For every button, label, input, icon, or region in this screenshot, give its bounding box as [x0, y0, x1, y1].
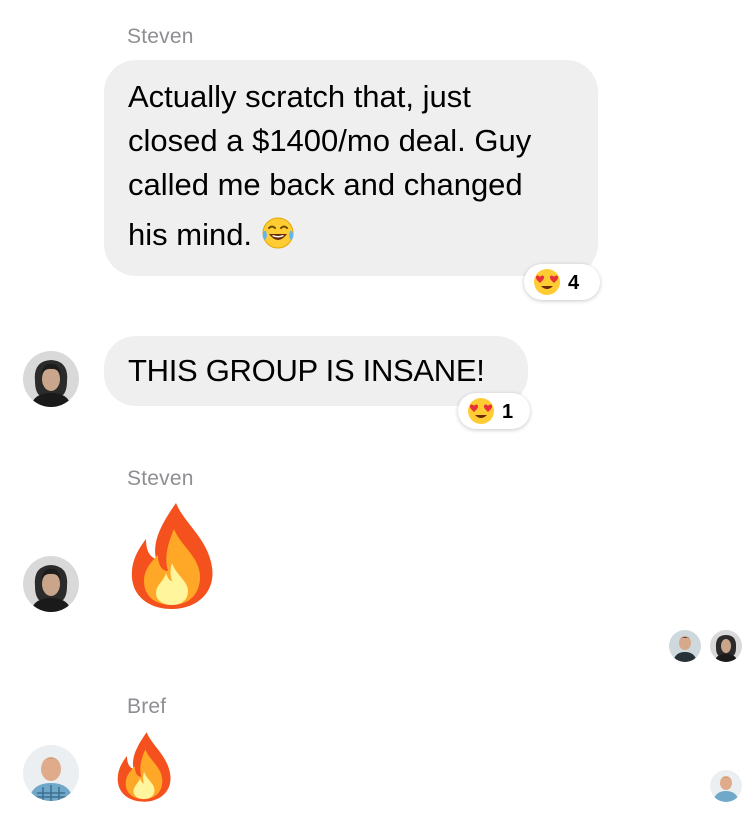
- face-with-tears-of-joy-icon: [262, 217, 294, 249]
- avatar[interactable]: [23, 745, 79, 801]
- read-receipt-avatar: [710, 630, 742, 662]
- avatar-photo: [23, 351, 79, 407]
- heart-eyes-icon: [534, 269, 560, 295]
- heart-eyes-icon: [468, 398, 494, 424]
- avatar-photo: [710, 630, 742, 662]
- read-receipt-avatar: [710, 770, 742, 802]
- fire-icon[interactable]: [128, 501, 216, 611]
- reaction-count: 4: [568, 272, 580, 294]
- reaction-badge[interactable]: 4: [524, 264, 600, 300]
- avatar-photo: [710, 770, 742, 802]
- avatar-photo: [23, 745, 79, 801]
- reaction-badge[interactable]: 1: [458, 393, 530, 429]
- message-bubble[interactable]: Actually scratch that, just closed a $14…: [104, 60, 598, 276]
- avatar-photo: [23, 556, 79, 612]
- avatar[interactable]: [23, 556, 79, 612]
- read-receipt-avatar: [669, 630, 701, 662]
- avatar-photo: [669, 630, 701, 662]
- reaction-count: 1: [502, 401, 514, 423]
- fire-icon[interactable]: [114, 731, 174, 803]
- sender-name-steven: Steven: [127, 25, 194, 48]
- avatar[interactable]: [23, 351, 79, 407]
- message-text: THIS GROUP IS INSANE!: [128, 353, 485, 388]
- message-line-last: his mind.: [128, 213, 574, 257]
- message-line: closed a $1400/mo deal. Guy: [128, 123, 532, 158]
- message-line-text: his mind.: [128, 217, 253, 252]
- sender-name-bref: Bref: [127, 695, 167, 718]
- message-line: called me back and changed: [128, 167, 523, 202]
- message-line: Actually scratch that, just: [128, 79, 471, 114]
- sender-name-steven: Steven: [127, 467, 194, 490]
